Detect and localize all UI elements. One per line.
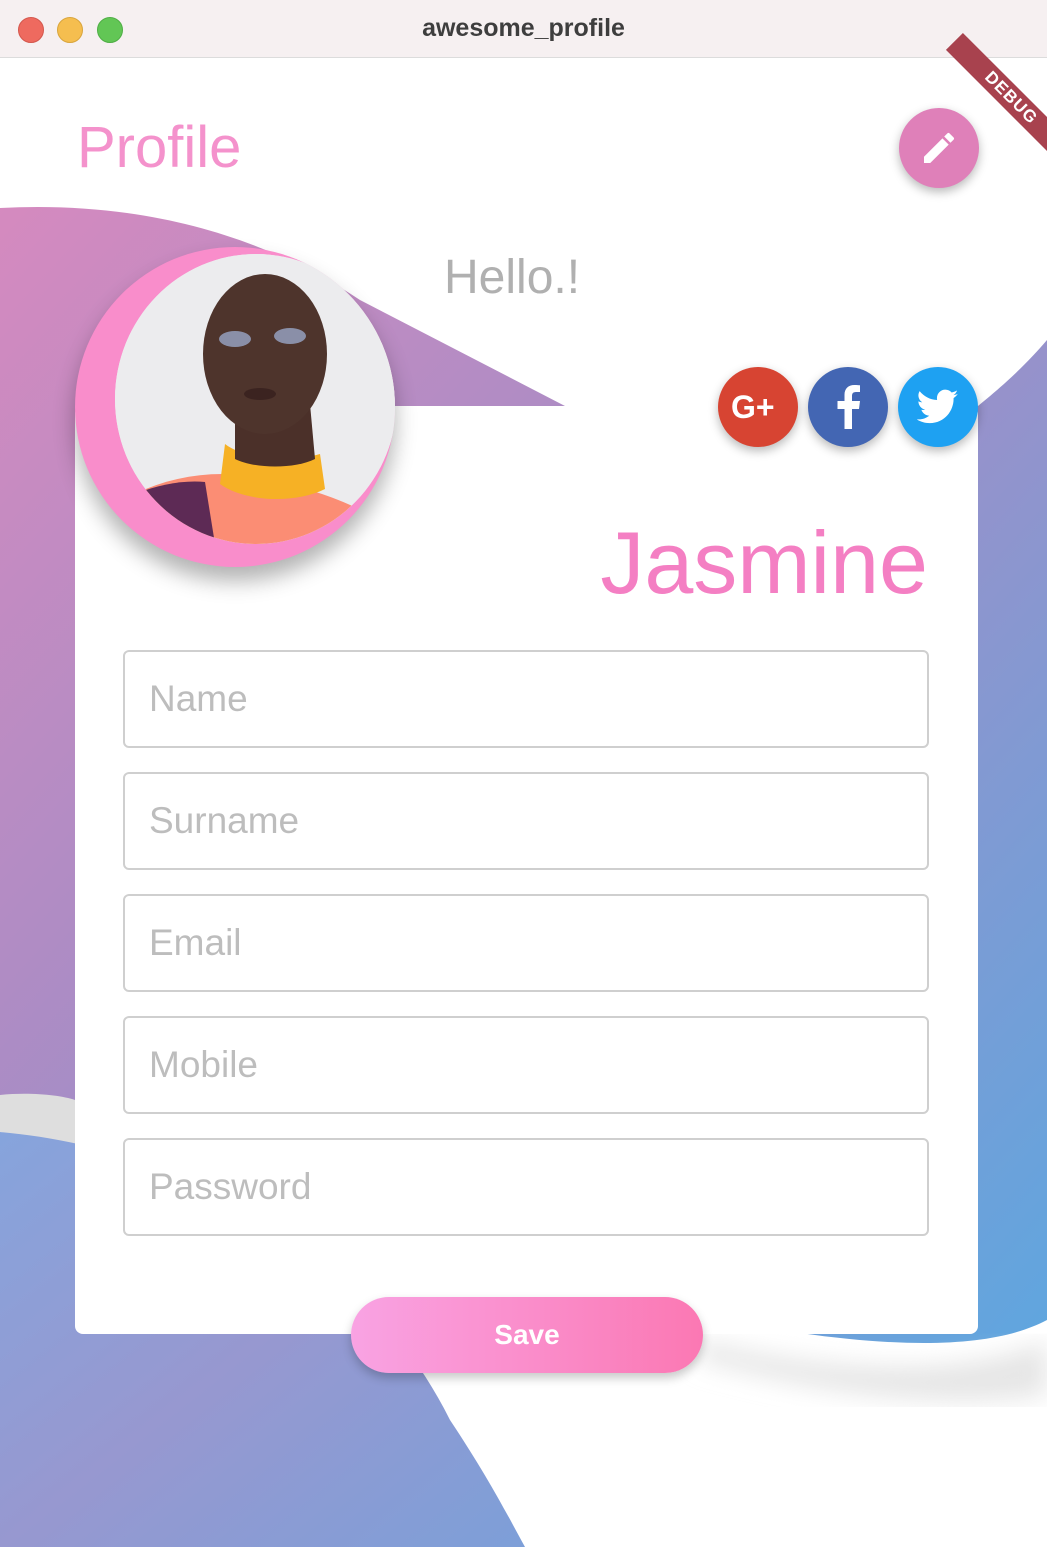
avatar[interactable] — [75, 247, 395, 567]
twitter-button[interactable] — [898, 367, 978, 447]
google-plus-icon: G+ — [731, 389, 775, 425]
email-input[interactable] — [125, 896, 927, 990]
svg-text:G+: G+ — [731, 389, 775, 425]
user-avatar-photo — [115, 254, 395, 544]
title-bar: awesome_profile — [0, 0, 1047, 58]
pencil-icon — [924, 132, 955, 163]
email-field[interactable] — [123, 894, 929, 992]
mobile-input[interactable] — [125, 1018, 927, 1112]
page-title: Profile — [77, 115, 242, 180]
google-plus-button[interactable]: G+ — [718, 367, 798, 447]
facebook-button[interactable] — [808, 367, 888, 447]
window-title: awesome_profile — [422, 14, 625, 42]
app-window: awesome_profile DEBUG Profile Hello.! G+… — [0, 0, 1047, 1547]
avatar-photo — [115, 254, 395, 544]
profile-name: Jasmine — [600, 513, 928, 612]
surname-field[interactable] — [123, 772, 929, 870]
name-input[interactable] — [125, 652, 927, 746]
password-field[interactable] — [123, 1138, 929, 1236]
password-input[interactable] — [125, 1140, 927, 1234]
twitter-icon — [917, 389, 959, 424]
greeting-text: Hello.! — [444, 251, 581, 304]
name-field[interactable] — [123, 650, 929, 748]
edit-button[interactable] — [899, 108, 979, 188]
facebook-icon — [837, 385, 860, 429]
surname-input[interactable] — [125, 774, 927, 868]
mobile-field[interactable] — [123, 1016, 929, 1114]
save-button[interactable]: Save — [351, 1297, 703, 1373]
